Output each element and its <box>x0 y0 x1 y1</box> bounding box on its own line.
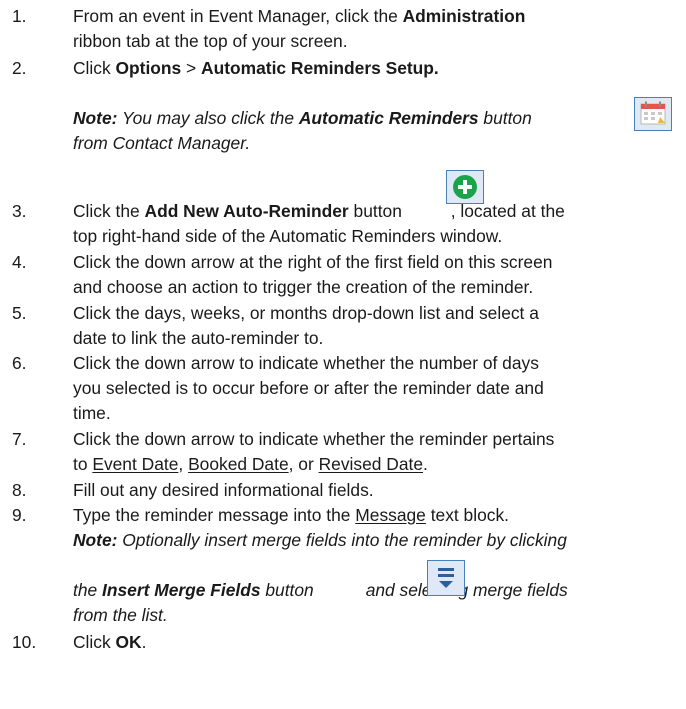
step-number: 7. <box>12 429 27 449</box>
step-text: Click the Add New Auto-Reminder button ,… <box>73 201 565 246</box>
ok-button-ref: OK <box>115 632 142 652</box>
step-number: 1. <box>12 6 27 26</box>
revised-date-ref: Revised Date <box>318 454 423 474</box>
step-number: 10. <box>12 632 37 652</box>
step-number: 6. <box>12 353 27 373</box>
calendar-reminder-icon <box>634 97 672 131</box>
step-text: Click the down arrow at the right of the… <box>73 252 553 297</box>
step-number: 8. <box>12 480 27 500</box>
booked-date-ref: Booked Date <box>188 454 289 474</box>
step-number: 3. <box>12 201 27 221</box>
note-label: Note: <box>73 108 118 128</box>
note-label: Note: <box>73 530 118 550</box>
event-date-ref: Event Date <box>92 454 179 474</box>
note-merge-fields-end: from the list. <box>73 605 168 625</box>
note-merge-fields: Note: Optionally insert merge fields int… <box>73 530 567 550</box>
note-automatic-reminders: Note: You may also click the Automatic R… <box>73 108 532 153</box>
step-text: Click the days, weeks, or months drop-do… <box>73 303 539 348</box>
insert-merge-fields-icon <box>427 560 465 596</box>
step-text: Type the reminder message into the Messa… <box>73 505 509 525</box>
note-merge-fields-cont: the Insert Merge Fields button and select… <box>73 580 568 600</box>
step-text: Click Options > Automatic Reminders Setu… <box>73 58 439 78</box>
instructions-document: 1. From an event in Event Manager, click… <box>0 0 686 709</box>
add-plus-icon <box>446 170 484 204</box>
step-number: 2. <box>12 58 27 78</box>
step-number: 4. <box>12 252 27 272</box>
step-text: Click the down arrow to indicate whether… <box>73 353 544 423</box>
step-text: From an event in Event Manager, click th… <box>73 6 526 51</box>
message-field-ref: Message <box>355 505 426 525</box>
step-text: Click the down arrow to indicate whether… <box>73 429 555 474</box>
step-text: Fill out any desired informational field… <box>73 480 374 500</box>
administration-tab-ref: Administration <box>402 6 526 26</box>
step-text: Click OK. <box>73 632 147 652</box>
step-number: 5. <box>12 303 27 323</box>
step-number: 9. <box>12 505 27 525</box>
